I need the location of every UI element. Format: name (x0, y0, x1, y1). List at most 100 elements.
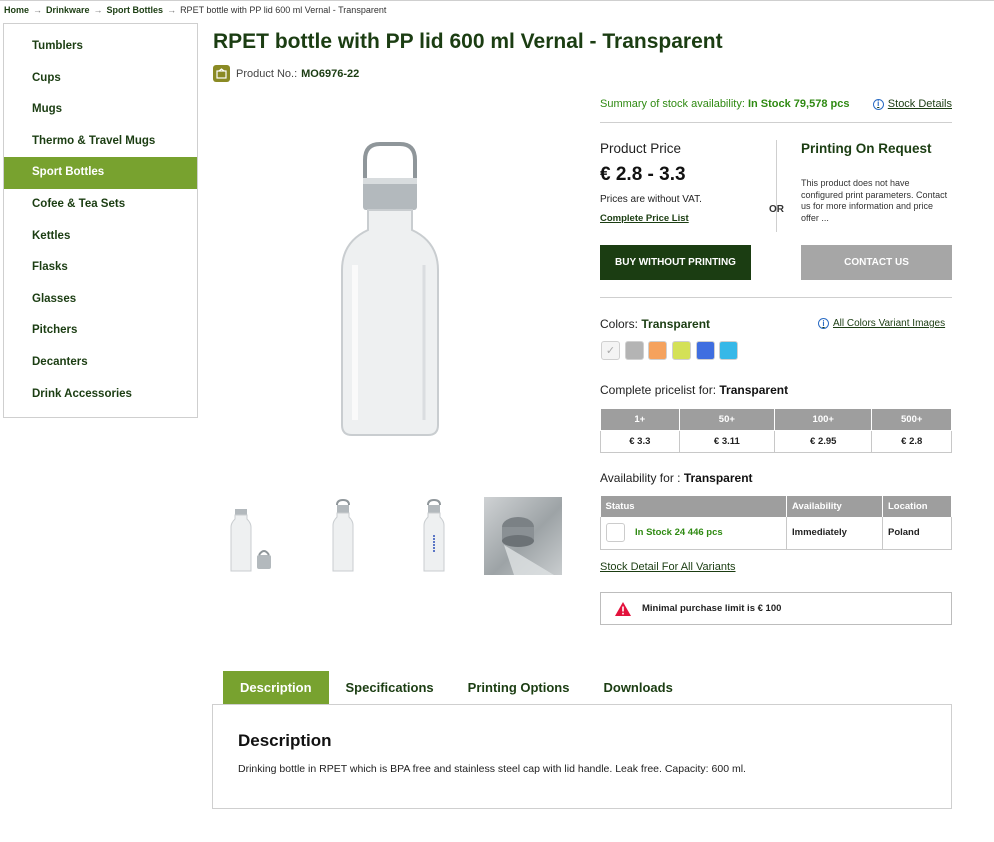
swatch-transparent[interactable]: ✓ (601, 341, 620, 360)
colors-label-text: Colors: (600, 317, 639, 331)
sidebar-item-thermo-travel-mugs[interactable]: Thermo & Travel Mugs (4, 126, 197, 158)
sidebar-item-sport-bottles[interactable]: Sport Bottles (4, 157, 197, 189)
purchase-limit-notice: Minimal purchase limit is € 100 (600, 592, 952, 625)
sidebar-item-drink-accessories[interactable]: Drink Accessories (4, 379, 197, 411)
sidebar-item-mugs[interactable]: Mugs (4, 94, 197, 126)
availability-table: Status Availability Location In Stock 24… (600, 496, 952, 550)
product-badge-icon (213, 65, 230, 82)
description-title: Description (238, 731, 332, 750)
stock-summary-label: Summary of stock availability: (600, 98, 745, 110)
thumbnail-3[interactable] (395, 497, 473, 575)
availability-label: Availability for : Transparent (600, 471, 753, 485)
pricelist-label-text: Complete pricelist for: (600, 383, 717, 397)
price-cell: € 2.95 (774, 430, 873, 453)
purchase-limit-text: Minimal purchase limit is € 100 (642, 603, 782, 614)
product-main-image[interactable] (300, 130, 480, 450)
thumbnail-2[interactable] (304, 497, 382, 575)
product-number-value: MO6976-22 (301, 67, 360, 80)
stock-summary: Summary of stock availability: In Stock … (600, 98, 952, 110)
tab-printing-options[interactable]: Printing Options (451, 671, 587, 705)
breadcrumb-home[interactable]: Home (4, 5, 29, 15)
product-tabs: Description Specifications Printing Opti… (223, 671, 690, 705)
breadcrumb-current: RPET bottle with PP lid 600 ml Vernal - … (180, 5, 387, 15)
stock-details-link[interactable]: i Stock Details (872, 98, 952, 110)
tab-description[interactable]: Description (223, 671, 329, 705)
printing-on-request-text: This product does not have configured pr… (801, 178, 948, 223)
price-cell: € 3.11 (678, 430, 776, 453)
product-number: Product No.: MO6976-22 (213, 65, 359, 82)
breadcrumb-sport-bottles[interactable]: Sport Bottles (107, 5, 164, 15)
availability-header: Status (600, 496, 787, 517)
vat-note: Prices are without VAT. (600, 194, 702, 205)
thumbnail-1[interactable] (213, 497, 291, 575)
price-table: 1+ 50+ 100+ 500+ € 3.3 € 3.11 € 2.95 € 2… (600, 408, 952, 453)
contact-us-button[interactable]: CONTACT US (801, 245, 952, 280)
stock-details-label: Stock Details (887, 98, 952, 110)
swatch-lime[interactable] (672, 341, 692, 360)
divider (600, 297, 952, 298)
description-panel: Description Drinking bottle in RPET whic… (212, 704, 952, 809)
stock-summary-text: Summary of stock availability: In Stock … (600, 98, 849, 110)
status-value: In Stock 24 446 pcs (635, 527, 723, 539)
sidebar-item-flasks[interactable]: Flasks (4, 252, 197, 284)
price-header: 1+ (600, 408, 680, 431)
swatch-blue[interactable] (695, 341, 715, 360)
sidebar-item-decanters[interactable]: Decanters (4, 347, 197, 379)
info-icon: i (872, 98, 884, 110)
price-header: 500+ (871, 408, 952, 431)
price-cell: € 3.3 (600, 430, 680, 453)
sidebar-item-pitchers[interactable]: Pitchers (4, 315, 197, 347)
price-value: € 2.8 - 3.3 (600, 164, 686, 185)
availability-variant: Transparent (683, 471, 753, 485)
price-cell: € 2.8 (871, 430, 952, 453)
info-icon: i (818, 318, 829, 329)
breadcrumb-separator: → (93, 5, 103, 15)
tab-specifications[interactable]: Specifications (329, 671, 451, 705)
location-cell: Poland (882, 517, 952, 550)
pricelist-variant: Transparent (719, 383, 789, 397)
description-text: Drinking bottle in RPET which is BPA fre… (238, 763, 746, 775)
product-number-label: Product No.: (236, 67, 298, 80)
page-title: RPET bottle with PP lid 600 ml Vernal - … (213, 30, 723, 53)
stock-summary-value: In Stock 79,578 pcs (747, 98, 850, 110)
availability-header: Location (882, 496, 952, 517)
sidebar-item-tumblers[interactable]: Tumblers (4, 31, 197, 63)
price-header: 50+ (678, 408, 776, 431)
printing-on-request-title: Printing On Request (801, 141, 932, 156)
selected-color: Transparent (641, 317, 711, 331)
color-swatches: ✓ (601, 341, 743, 360)
warning-icon (615, 601, 631, 616)
sidebar-item-glasses[interactable]: Glasses (4, 284, 197, 316)
category-sidebar: Tumblers Cups Mugs Thermo & Travel Mugs … (3, 23, 198, 418)
breadcrumb-separator: → (167, 5, 177, 15)
buy-without-printing-button[interactable]: BUY WITHOUT PRINTING (600, 245, 751, 280)
breadcrumb-drinkware[interactable]: Drinkware (46, 5, 90, 15)
table-row: In Stock 24 446 pcs Immediately Poland (600, 517, 952, 550)
availability-label-text: Availability for : (600, 471, 681, 485)
sidebar-item-kettles[interactable]: Kettles (4, 221, 197, 253)
price-label: Product Price (600, 141, 682, 156)
all-colors-variant-images-link[interactable]: i All Colors Variant Images (818, 318, 945, 329)
all-colors-variant-images-label: All Colors Variant Images (833, 318, 946, 329)
price-header: 100+ (774, 408, 873, 431)
breadcrumb: Home → Drinkware → Sport Bottles → RPET bottle… (4, 5, 386, 15)
swatch-grey[interactable] (624, 341, 644, 360)
stock-checkbox[interactable] (606, 523, 625, 543)
swatch-cyan[interactable] (719, 341, 739, 360)
stock-detail-all-variants-link[interactable]: Stock Detail For All Variants (600, 561, 736, 573)
status-cell: In Stock 24 446 pcs (600, 517, 787, 550)
or-label: OR (769, 204, 784, 215)
thumbnail-strip (213, 497, 563, 577)
availability-cell: Immediately (786, 517, 883, 550)
tab-downloads[interactable]: Downloads (586, 671, 689, 705)
pricelist-label: Complete pricelist for: Transparent (600, 383, 788, 397)
top-divider (0, 0, 994, 1)
complete-price-list-link[interactable]: Complete Price List (600, 213, 689, 224)
availability-header: Availability (786, 496, 883, 517)
swatch-orange[interactable] (648, 341, 668, 360)
sidebar-item-cofee-tea-sets[interactable]: Cofee & Tea Sets (4, 189, 197, 221)
colors-label: Colors: Transparent (600, 317, 710, 331)
thumbnail-4[interactable] (484, 497, 562, 575)
sidebar-item-cups[interactable]: Cups (4, 63, 197, 95)
breadcrumb-separator: → (33, 5, 43, 15)
